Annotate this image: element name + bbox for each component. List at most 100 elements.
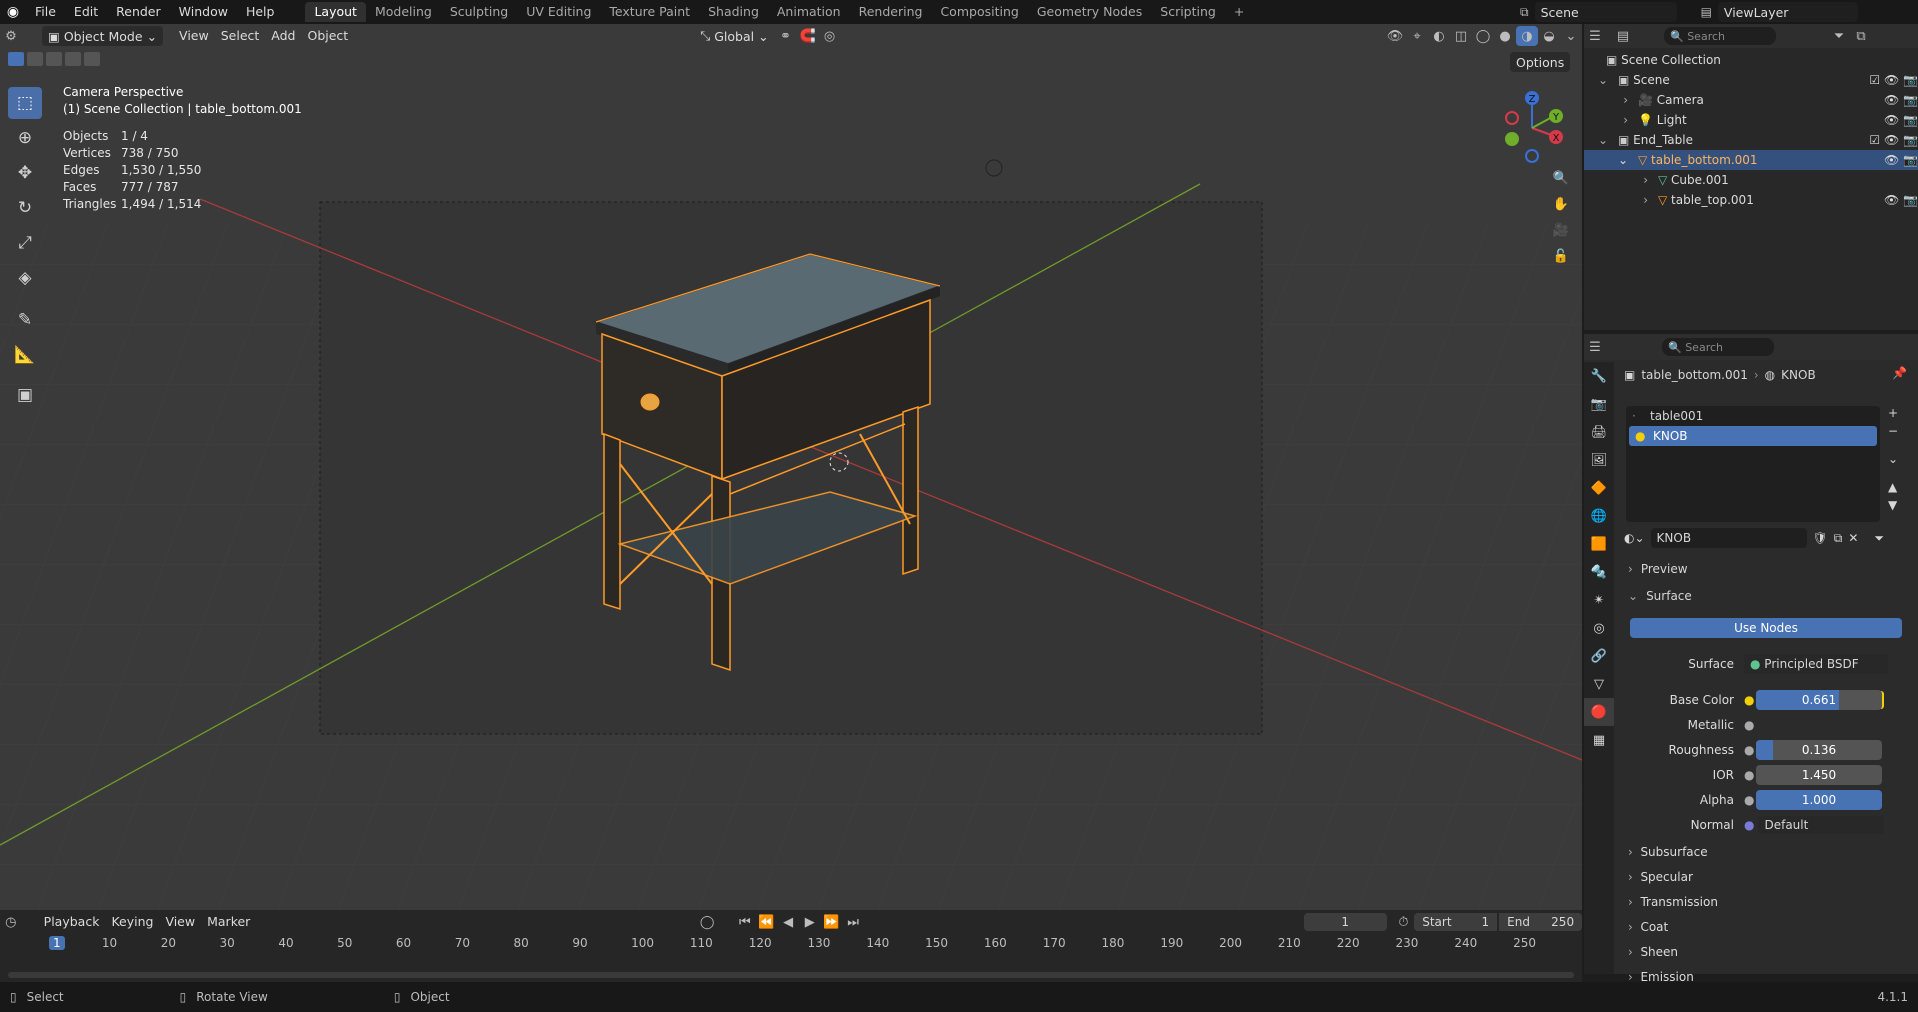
outliner-editor-type-icon[interactable]: ☰ [1584,26,1606,46]
material-slot-knob[interactable]: ● KNOB [1629,426,1877,446]
add-cube-tool-icon[interactable]: ▣ [8,379,42,411]
scale-tool-icon[interactable]: ⤢ [8,227,42,259]
lock-icon[interactable]: 🔓 [1550,246,1572,266]
transform-tool-icon[interactable]: ◈ [8,262,42,294]
timeline-ruler[interactable]: 1 10 20 30 40 50 60 70 80 90 100 110 120 130 140 150 160… [0,910,1582,970]
particles-tab-icon[interactable]: ✴ [1584,586,1614,614]
remove-slot-icon[interactable]: − [1888,424,1898,438]
tab-layout[interactable]: Layout [305,2,366,22]
checkbox-icon[interactable]: ☑ [1869,73,1884,87]
wireframe-shading-icon[interactable]: ◯ [1472,26,1494,46]
eye-icon[interactable]: 👁 [1884,73,1903,87]
tab-animation[interactable]: Animation [768,2,850,22]
select-subtract-icon[interactable] [46,52,62,66]
eye-icon[interactable]: 👁 [1884,93,1903,107]
material-slot-table001[interactable]: · table001 [1626,406,1880,426]
alpha-slider[interactable]: 1.000 [1756,790,1882,810]
object-tab-icon[interactable]: 🟧 [1584,530,1614,558]
zoom-icon[interactable]: 🔍 [1550,168,1572,188]
menu-object[interactable]: Object [301,26,354,46]
outliner-row-cube[interactable]: › ▽ Cube.001 [1584,170,1918,190]
menu-view[interactable]: View [173,26,215,46]
view-layer-selector[interactable]: ViewLayer [1717,2,1858,22]
material-browse-icon[interactable]: ◐⌄ [1624,531,1645,545]
outliner-row-end-table[interactable]: ⌄ ▣ End_Table ☑ 👁 📷 [1584,130,1918,150]
menu-add[interactable]: Add [265,26,301,46]
view-layer-icon[interactable]: ▤ [1701,5,1712,19]
fake-user-icon[interactable]: 🛡 [1813,531,1828,545]
move-up-icon[interactable]: ▲ [1888,480,1898,494]
duplicate-icon[interactable]: ⧉ [1834,531,1843,546]
select-extend-icon[interactable] [27,52,43,66]
overlay-toggle-icon[interactable]: ◐ [1428,26,1450,46]
material-filter-icon[interactable]: ⏷ [1874,531,1884,546]
camera-view-icon[interactable]: 🎥 [1550,220,1572,240]
tab-shading[interactable]: Shading [699,2,768,22]
outliner-row-light[interactable]: › 💡 Light 👁 📷 [1584,110,1918,130]
shading-options-icon[interactable]: ⌄ [1560,26,1582,46]
select-new-icon[interactable] [8,52,24,66]
tab-geometry-nodes[interactable]: Geometry Nodes [1028,2,1151,22]
camera-render-icon[interactable]: 📷 [1903,113,1918,127]
pin-icon[interactable]: 📌 [1892,366,1907,380]
constraints-tab-icon[interactable]: 🔗 [1584,642,1614,670]
panel-preview[interactable]: › Preview [1628,562,1688,576]
render-tab-icon[interactable]: 📷 [1584,390,1614,418]
select-intersect-icon[interactable] [84,52,100,66]
properties-search-input[interactable]: 🔍 Search [1662,338,1774,356]
ior-field[interactable]: 1.450 [1756,765,1882,785]
add-slot-icon[interactable]: + [1888,406,1898,420]
tab-texture-paint[interactable]: Texture Paint [600,2,699,22]
measure-tool-icon[interactable]: 📐 [8,339,42,371]
slot-menu-icon[interactable]: ⌄ [1888,452,1898,466]
options-button[interactable]: Options [1510,52,1571,72]
data-tab-icon[interactable]: ▽ [1584,670,1614,698]
camera-render-icon[interactable]: 📷 [1903,93,1918,107]
menu-edit[interactable]: Edit [65,0,107,24]
tab-compositing[interactable]: Compositing [931,2,1027,22]
gizmo-toggle-icon[interactable]: ⌖ [1406,26,1428,46]
eye-icon[interactable]: 👁 [1884,113,1903,127]
camera-render-icon[interactable]: 📷 [1903,133,1918,147]
menu-window[interactable]: Window [170,0,237,24]
tab-scripting[interactable]: Scripting [1151,2,1225,22]
outliner-row-scene-collection[interactable]: ▣ Scene Collection [1584,50,1918,70]
proportional-edit-icon[interactable]: ◎ [819,26,841,46]
playhead[interactable]: 1 [49,936,65,950]
panel-specular[interactable]: › Specular [1628,870,1693,884]
cursor-tool-icon[interactable]: ⊕ [8,122,42,154]
view-layer-tab-icon[interactable]: 🖼 [1584,446,1614,474]
move-down-icon[interactable]: ▼ [1888,498,1898,512]
select-box-tool-icon[interactable]: ⬚ [8,87,42,119]
add-workspace-button[interactable]: + [1225,2,1253,22]
eye-icon[interactable]: 👁 [1884,193,1903,207]
scene-tab-icon[interactable]: 🔶 [1584,474,1614,502]
transform-orientation-selector[interactable]: ⤡ Global ⌄ [694,26,774,46]
metallic-slider[interactable]: 0.661 [1756,690,1882,710]
panel-coat[interactable]: › Coat [1628,920,1668,934]
scene-icon[interactable]: ⧉ [1520,5,1529,20]
outliner-search-input[interactable]: 🔍 Search [1664,27,1776,45]
material-name-field[interactable]: KNOB [1650,528,1807,548]
filter-icon[interactable]: ⏷ [1828,26,1850,46]
eye-icon[interactable]: 👁 [1884,153,1903,167]
texture-tab-icon[interactable]: ▦ [1584,726,1614,754]
camera-render-icon[interactable]: 📷 [1903,153,1918,167]
tool-tab-icon[interactable]: 🔧 [1584,362,1614,390]
tab-modeling[interactable]: Modeling [366,2,441,22]
menu-render[interactable]: Render [107,0,170,24]
panel-transmission[interactable]: › Transmission [1628,895,1718,909]
roughness-slider[interactable]: 0.136 [1756,740,1882,760]
camera-render-icon[interactable]: 📷 [1903,193,1918,207]
menu-select[interactable]: Select [215,26,266,46]
annotate-tool-icon[interactable]: ✎ [8,304,42,336]
normal-field[interactable]: Default [1758,816,1885,834]
solid-shading-icon[interactable]: ● [1494,26,1516,46]
blender-logo-icon[interactable]: ◉ [0,4,26,20]
rendered-shading-icon[interactable]: ◒ [1538,26,1560,46]
new-collection-icon[interactable]: ⧉ [1850,26,1872,46]
tab-sculpting[interactable]: Sculpting [441,2,517,22]
surface-shader-selector[interactable]: ● Principled BSDF [1744,654,1888,674]
panel-subsurface[interactable]: › Subsurface [1628,845,1708,859]
outliner-row-camera[interactable]: › 🎥 Camera 👁 📷 [1584,90,1918,110]
